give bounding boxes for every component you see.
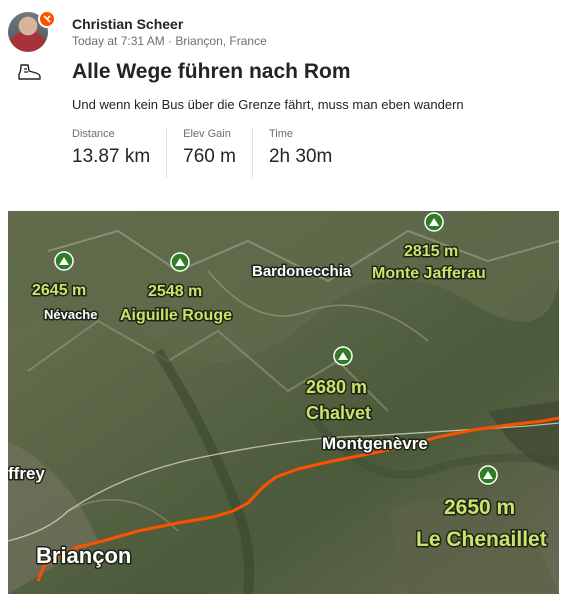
peak-name-label: Névache (44, 307, 97, 322)
peak-name-label: Monte Jafferau (372, 265, 486, 282)
activity-date-location: Today at 7:31 AM · Briançon, France (72, 34, 267, 48)
place-label: ffrey (8, 464, 45, 483)
peak-name-label: Le Chenaillet (416, 528, 547, 551)
peak-elevation-label: 2645 m (32, 282, 86, 299)
route-map[interactable]: 2645 m Névache 2548 m Aiguille Rouge 281… (8, 211, 559, 594)
place-label: Montgenèvre (322, 434, 428, 453)
athlete-name-link[interactable]: Christian Scheer (72, 16, 183, 32)
activity-description: Und wenn kein Bus über die Grenze fährt,… (72, 97, 464, 112)
place-label: Bardonecchia (252, 263, 352, 280)
activity-title-link[interactable]: Alle Wege führen nach Rom (72, 60, 351, 84)
peak-marker-icon[interactable] (478, 465, 498, 485)
peak-elevation-label: 2680 m (306, 377, 367, 397)
peak-elevation-label: 2548 m (148, 283, 202, 300)
activity-stats: Distance 13.87 km Elev Gain 760 m Time 2… (72, 128, 364, 178)
hiking-boot-icon (16, 62, 42, 82)
peak-marker-icon[interactable] (54, 251, 74, 271)
peak-name-label: Aiguille Rouge (120, 307, 232, 324)
stat-label: Time (268, 128, 294, 140)
peak-elevation-label: 2815 m (404, 243, 458, 260)
stat-label: Elev Gain (183, 128, 231, 140)
peak-elevation-label: 2650 m (444, 496, 515, 519)
peak-marker-icon[interactable] (170, 252, 190, 272)
peak-name-label: Chalvet (306, 403, 371, 423)
subscriber-badge-icon (38, 10, 56, 28)
peak-marker-icon[interactable] (333, 346, 353, 366)
stat-elev-gain: Elev Gain 760 m (183, 128, 253, 178)
stat-value: 2h 30m (268, 146, 333, 167)
stat-value: 760 m (183, 146, 236, 167)
peak-marker-icon[interactable] (424, 212, 444, 232)
stat-distance: Distance 13.87 km (72, 128, 168, 178)
stat-label: Distance (72, 128, 115, 140)
stat-time: Time 2h 30m (269, 128, 348, 178)
place-label: Briançon (36, 543, 131, 568)
stat-value: 13.87 km (72, 146, 151, 167)
